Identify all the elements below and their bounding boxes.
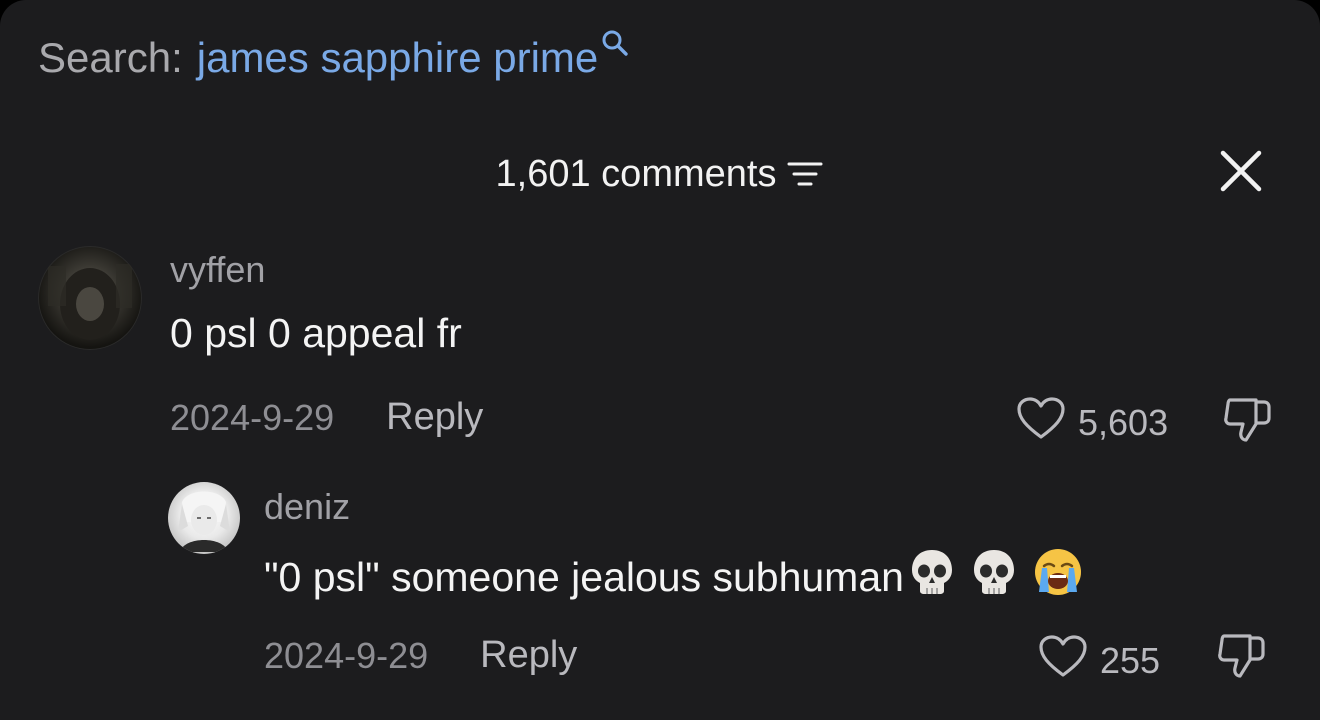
heart-icon (1038, 634, 1088, 687)
thumbs-down-icon (1222, 398, 1272, 448)
avatar[interactable] (38, 246, 142, 350)
like-button[interactable]: 5,603 (1016, 396, 1168, 449)
like-count: 255 (1100, 639, 1161, 681)
thumbs-down-icon (1216, 634, 1266, 684)
loudly-crying-face-emoji (1032, 546, 1084, 608)
comment-date: 2024-9-29 (170, 396, 335, 438)
skull-emoji (970, 547, 1018, 607)
comments-sheet: Search: james sapphire prime 1,601 comme… (0, 0, 1320, 720)
comment-username[interactable]: deniz (264, 486, 350, 528)
search-suggestion[interactable]: Search: james sapphire prime (38, 30, 630, 86)
comment-date: 2024-9-29 (264, 634, 429, 676)
reply-button[interactable]: Reply (386, 396, 483, 439)
skull-emoji (908, 547, 956, 607)
dislike-button[interactable] (1216, 632, 1266, 685)
comment-meta: 2024-9-29 Reply (264, 634, 577, 677)
comment-meta: 2024-9-29 Reply (170, 396, 483, 439)
avatar[interactable] (168, 482, 240, 554)
search-prefix: Search: (38, 34, 183, 81)
comment-text: 0 psl 0 appeal fr (170, 310, 462, 356)
close-button[interactable] (1218, 150, 1264, 196)
reply-button[interactable]: Reply (480, 634, 577, 677)
sort-icon[interactable] (786, 159, 824, 189)
search-icon (600, 16, 630, 72)
comment-username[interactable]: vyffen (170, 249, 265, 291)
close-icon (1220, 150, 1262, 197)
dislike-button[interactable] (1222, 396, 1272, 449)
heart-icon (1016, 396, 1066, 449)
comment-text: "0 psl" someone jealous subhuman (264, 553, 904, 600)
search-query-link[interactable]: james sapphire prime (197, 30, 599, 86)
comments-header: 1,601 comments (0, 146, 1320, 202)
like-button[interactable]: 255 (1038, 634, 1160, 687)
like-count: 5,603 (1078, 401, 1169, 443)
comment-count: 1,601 comments (495, 152, 777, 195)
comment-text-row: "0 psl" someone jealous subhuman (264, 546, 1084, 608)
